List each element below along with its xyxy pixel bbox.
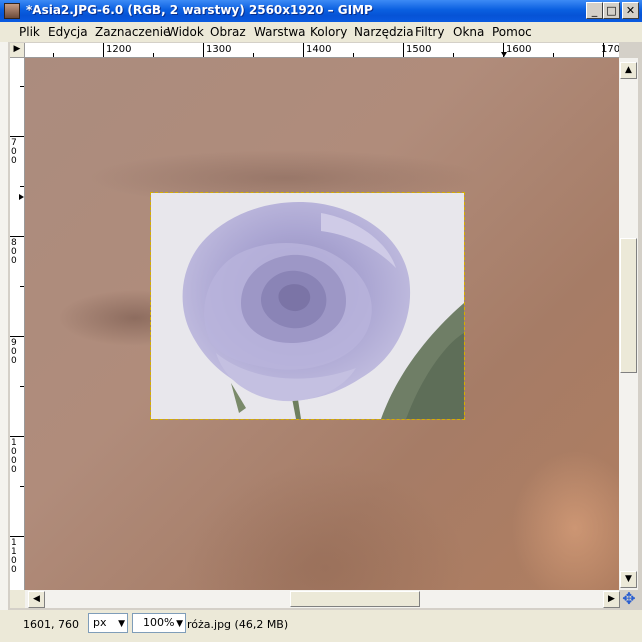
scroll-left-button[interactable]: ◀ <box>28 591 45 608</box>
menu-kolory[interactable]: Kolory <box>310 25 347 39</box>
horizontal-scrollbar[interactable]: ◀ ▶ <box>25 590 620 608</box>
menu-plik[interactable]: Plik <box>19 25 40 39</box>
horizontal-scroll-thumb[interactable] <box>290 591 420 607</box>
zoom-select[interactable]: 100% ▼ <box>132 613 186 633</box>
unit-select[interactable]: px ▼ <box>88 613 128 633</box>
file-info: róża.jpg (46,2 MB) <box>187 618 289 631</box>
quick-mask-toggle[interactable] <box>10 590 25 608</box>
rose-image <box>151 193 464 419</box>
title-bar: *Asia2.JPG-6.0 (RGB, 2 warstwy) 2560x192… <box>0 0 642 22</box>
horizontal-ruler[interactable]: 1200 1400 1500 1600 1300 170 <box>25 43 619 58</box>
app-icon[interactable] <box>4 3 20 19</box>
close-button[interactable]: ✕ <box>622 2 639 19</box>
maximize-button[interactable]: □ <box>603 2 620 19</box>
menu-warstwa[interactable]: Warstwa <box>254 25 306 39</box>
vertical-ruler[interactable]: 700 800 900 1000 1100 <box>10 58 25 590</box>
chevron-down-icon: ▼ <box>176 619 183 629</box>
status-bar: 1601, 760 px ▼ 100% ▼ róża.jpg (46,2 MB) <box>0 610 642 642</box>
zoom-value: 100% <box>143 616 175 629</box>
image-canvas[interactable] <box>25 58 619 590</box>
menu-widok[interactable]: Widok <box>167 25 204 39</box>
navigate-icon[interactable]: ✥ <box>620 590 638 608</box>
vertical-scrollbar[interactable]: ▲ ▼ <box>619 58 638 590</box>
scroll-right-button[interactable]: ▶ <box>603 591 620 608</box>
ruler-label: 1400 <box>306 44 332 55</box>
unit-value: px <box>93 616 107 629</box>
menu-zaznaczenie[interactable]: Zaznaczenie <box>95 25 170 39</box>
ruler-label: 1200 <box>106 44 132 55</box>
menu-filtry[interactable]: Filtry <box>415 25 444 39</box>
menu-bar: Plik Edycja Zaznaczenie Widok Obraz Wars… <box>0 22 642 41</box>
scroll-up-button[interactable]: ▲ <box>620 62 637 79</box>
ruler-label: 1300 <box>206 44 232 55</box>
window-title: *Asia2.JPG-6.0 (RGB, 2 warstwy) 2560x192… <box>26 3 373 17</box>
ruler-label: 1500 <box>406 44 432 55</box>
pointer-coordinates: 1601, 760 <box>23 618 79 631</box>
minimize-button[interactable]: _ <box>586 2 603 19</box>
menu-edycja[interactable]: Edycja <box>48 25 88 39</box>
scroll-down-button[interactable]: ▼ <box>620 571 637 588</box>
ruler-label: 1600 <box>506 44 532 55</box>
menu-narzedzia[interactable]: Narzędzia <box>354 25 414 39</box>
chevron-down-icon: ▼ <box>118 619 125 629</box>
ruler-label: 170 <box>601 44 619 55</box>
window-edge <box>0 42 8 610</box>
menu-obraz[interactable]: Obraz <box>210 25 246 39</box>
menu-pomoc[interactable]: Pomoc <box>492 25 532 39</box>
ruler-corner-arrow-icon[interactable]: ▶ <box>10 43 25 58</box>
rose-layer[interactable] <box>150 192 465 420</box>
menu-okna[interactable]: Okna <box>453 25 484 39</box>
vertical-scroll-thumb[interactable] <box>620 238 637 373</box>
